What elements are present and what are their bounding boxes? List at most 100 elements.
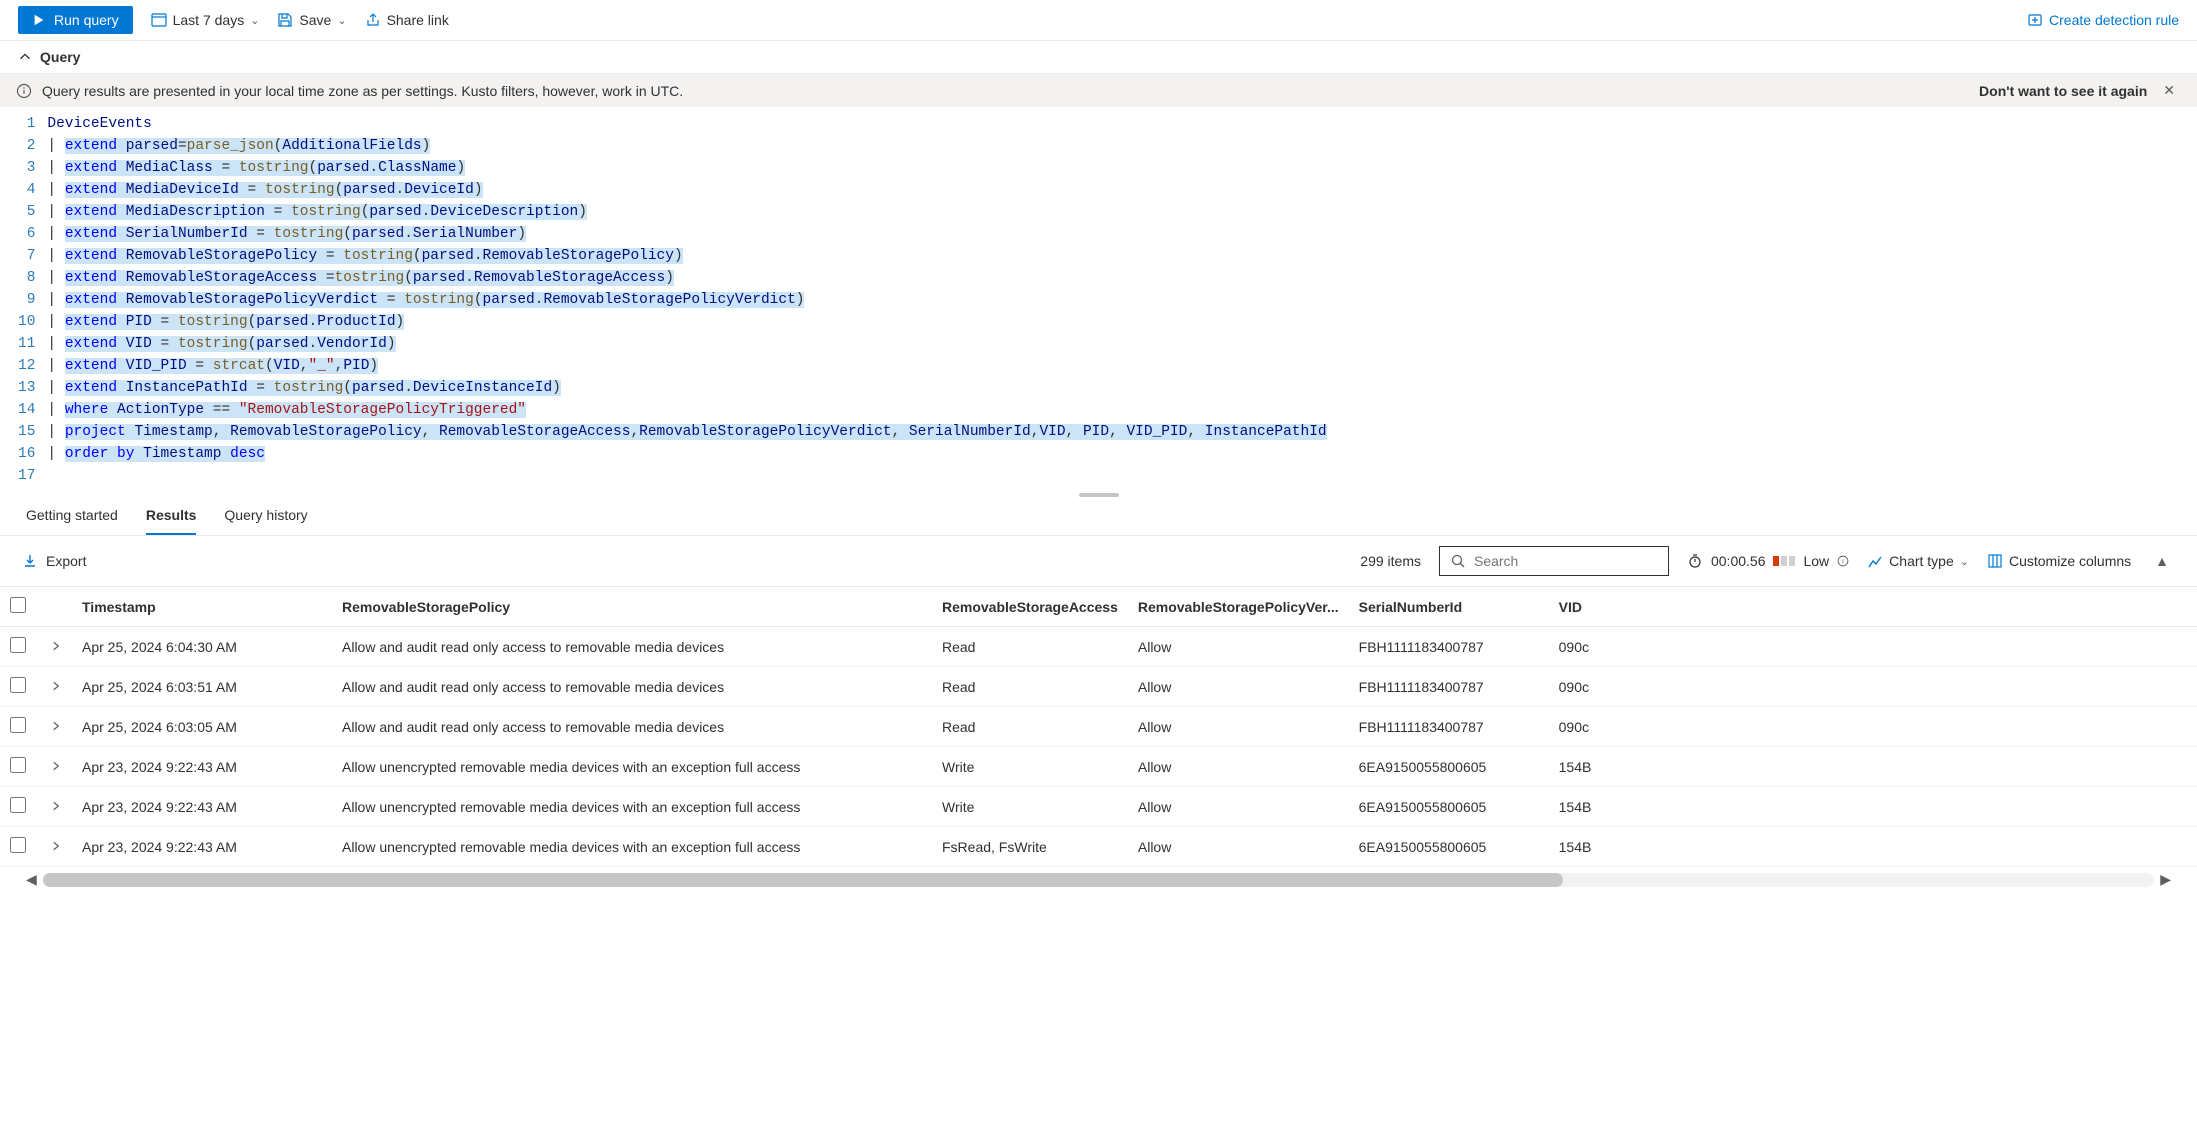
- time-range-dropdown[interactable]: Last 7 days ⌄: [151, 12, 260, 28]
- code-lines[interactable]: DeviceEvents| extend parsed=parse_json(A…: [47, 111, 2197, 489]
- scrollbar-thumb[interactable]: [43, 873, 1563, 887]
- code-line[interactable]: | extend MediaDescription = tostring(par…: [47, 201, 2197, 223]
- code-line[interactable]: | extend MediaClass = tostring(parsed.Cl…: [47, 157, 2197, 179]
- play-icon: [32, 13, 46, 27]
- share-link-button[interactable]: Share link: [365, 12, 449, 28]
- splitter-handle-icon[interactable]: [1079, 493, 1119, 497]
- table-row[interactable]: Apr 25, 2024 6:03:51 AMAllow and audit r…: [0, 667, 2197, 707]
- code-line[interactable]: | extend InstancePathId = tostring(parse…: [47, 377, 2197, 399]
- cell-vid: 154B: [1549, 827, 2197, 867]
- chevron-down-icon: ⌄: [1960, 555, 1969, 568]
- cell-policy: Allow and audit read only access to remo…: [332, 627, 932, 667]
- col-serial[interactable]: SerialNumberId: [1349, 587, 1549, 627]
- horizontal-scrollbar[interactable]: ◀ ▶: [0, 867, 2197, 898]
- expand-row-icon[interactable]: [40, 667, 72, 707]
- table-row[interactable]: Apr 25, 2024 6:04:30 AMAllow and audit r…: [0, 627, 2197, 667]
- table-row[interactable]: Apr 23, 2024 9:22:43 AMAllow unencrypted…: [0, 787, 2197, 827]
- code-line[interactable]: | extend VID = tostring(parsed.VendorId): [47, 333, 2197, 355]
- stopwatch-icon: [1687, 553, 1703, 569]
- row-checkbox[interactable]: [10, 637, 26, 653]
- info-bar: Query results are presented in your loca…: [0, 74, 2197, 107]
- row-checkbox[interactable]: [10, 757, 26, 773]
- code-line[interactable]: | extend RemovableStoragePolicyVerdict =…: [47, 289, 2197, 311]
- top-toolbar: Run query Last 7 days ⌄ Save ⌄ Share lin…: [0, 0, 2197, 41]
- expand-row-icon[interactable]: [40, 787, 72, 827]
- code-line[interactable]: | extend MediaDeviceId = tostring(parsed…: [47, 179, 2197, 201]
- expand-row-icon[interactable]: [40, 827, 72, 867]
- time-range-label: Last 7 days: [173, 12, 245, 28]
- scroll-left-icon[interactable]: ◀: [26, 871, 37, 888]
- code-line[interactable]: | extend VID_PID = strcat(VID,"_",PID): [47, 355, 2197, 377]
- code-line[interactable]: | where ActionType == "RemovableStorageP…: [47, 399, 2197, 421]
- search-input[interactable]: [1439, 546, 1669, 576]
- cell-vid: 154B: [1549, 747, 2197, 787]
- col-timestamp[interactable]: Timestamp: [72, 587, 332, 627]
- row-checkbox[interactable]: [10, 677, 26, 693]
- cell-policy: Allow unencrypted removable media device…: [332, 827, 932, 867]
- code-line[interactable]: | order by Timestamp desc: [47, 443, 2197, 465]
- scroll-topevron-up-icon[interactable]: ▲: [2149, 553, 2175, 569]
- expand-row-icon[interactable]: [40, 747, 72, 787]
- chart-type-dropdown[interactable]: Chart type ⌄: [1867, 553, 1969, 569]
- chevron-down-icon: ⌄: [337, 14, 346, 27]
- cell-vid: 090c: [1549, 667, 2197, 707]
- cell-serial: FBH1111183400787: [1349, 627, 1549, 667]
- info-icon[interactable]: i: [1837, 555, 1849, 567]
- code-line[interactable]: | extend RemovableStorageAccess =tostrin…: [47, 267, 2197, 289]
- save-dropdown[interactable]: Save ⌄: [277, 12, 346, 28]
- create-detection-rule-button[interactable]: Create detection rule: [2027, 12, 2179, 28]
- code-line[interactable]: | extend parsed=parse_json(AdditionalFie…: [47, 135, 2197, 157]
- expand-row-icon[interactable]: [40, 707, 72, 747]
- cell-verdict: Allow: [1128, 707, 1349, 747]
- row-checkbox[interactable]: [10, 837, 26, 853]
- code-line[interactable]: | extend SerialNumberId = tostring(parse…: [47, 223, 2197, 245]
- col-policy[interactable]: RemovableStoragePolicy: [332, 587, 932, 627]
- scroll-right-icon[interactable]: ▶: [2160, 871, 2171, 888]
- save-icon: [277, 12, 293, 28]
- row-checkbox[interactable]: [10, 717, 26, 733]
- perf-bars-icon: [1773, 556, 1795, 566]
- info-dismiss-link[interactable]: Don't want to see it again: [1979, 83, 2147, 99]
- cell-timestamp: Apr 23, 2024 9:22:43 AM: [72, 787, 332, 827]
- table-row[interactable]: Apr 23, 2024 9:22:43 AMAllow unencrypted…: [0, 747, 2197, 787]
- code-line[interactable]: | project Timestamp, RemovableStoragePol…: [47, 421, 2197, 443]
- cell-verdict: Allow: [1128, 667, 1349, 707]
- columns-icon: [1987, 553, 2003, 569]
- col-verdict[interactable]: RemovableStoragePolicyVer...: [1128, 587, 1349, 627]
- cell-timestamp: Apr 25, 2024 6:03:51 AM: [72, 667, 332, 707]
- col-access[interactable]: RemovableStorageAccess: [932, 587, 1128, 627]
- export-button[interactable]: Export: [22, 553, 86, 569]
- cell-timestamp: Apr 23, 2024 9:22:43 AM: [72, 827, 332, 867]
- table-row[interactable]: Apr 25, 2024 6:03:05 AMAllow and audit r…: [0, 707, 2197, 747]
- col-vid[interactable]: VID: [1549, 587, 2197, 627]
- code-editor[interactable]: 1234567891011121314151617 DeviceEvents| …: [0, 107, 2197, 493]
- code-line[interactable]: [47, 465, 2197, 487]
- info-icon: [16, 83, 32, 99]
- tab-results[interactable]: Results: [146, 507, 197, 535]
- cell-policy: Allow unencrypted removable media device…: [332, 747, 932, 787]
- cell-access: Read: [932, 667, 1128, 707]
- row-checkbox[interactable]: [10, 797, 26, 813]
- tab-getting-started[interactable]: Getting started: [26, 507, 118, 535]
- expand-row-icon[interactable]: [40, 627, 72, 667]
- scrollbar-track[interactable]: [43, 873, 2154, 887]
- search-field[interactable]: [1474, 553, 1658, 569]
- query-timer: 00:00.56 Low i: [1687, 553, 1849, 569]
- tab-query-history[interactable]: Query history: [224, 507, 307, 535]
- run-query-button[interactable]: Run query: [18, 6, 133, 34]
- query-section-toggle[interactable]: Query: [0, 41, 2197, 74]
- cell-access: Write: [932, 787, 1128, 827]
- code-line[interactable]: DeviceEvents: [47, 113, 2197, 135]
- item-count: 299 items: [1360, 553, 1421, 569]
- customize-columns-button[interactable]: Customize columns: [1987, 553, 2131, 569]
- chart-type-label: Chart type: [1889, 553, 1954, 569]
- table-row[interactable]: Apr 23, 2024 9:22:43 AMAllow unencrypted…: [0, 827, 2197, 867]
- cell-vid: 154B: [1549, 787, 2197, 827]
- close-icon[interactable]: ✕: [2157, 82, 2181, 99]
- info-text: Query results are presented in your loca…: [42, 83, 683, 99]
- select-all-checkbox[interactable]: [10, 597, 26, 613]
- cell-serial: FBH1111183400787: [1349, 707, 1549, 747]
- code-line[interactable]: | extend RemovableStoragePolicy = tostri…: [47, 245, 2197, 267]
- code-line[interactable]: | extend PID = tostring(parsed.ProductId…: [47, 311, 2197, 333]
- cell-policy: Allow unencrypted removable media device…: [332, 787, 932, 827]
